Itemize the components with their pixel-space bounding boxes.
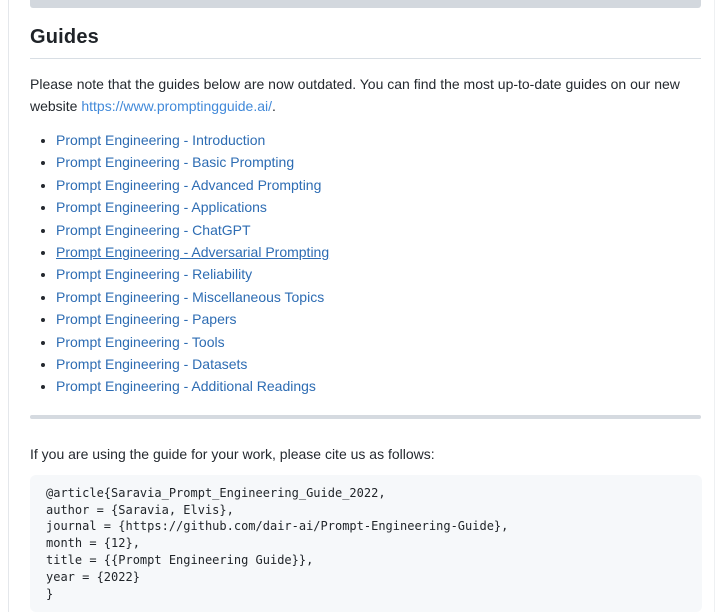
guide-link-tools[interactable]: Prompt Engineering - Tools xyxy=(56,334,225,350)
citation-instruction-text: If you are using the guide for your work… xyxy=(30,443,701,465)
guide-link-additional-readings[interactable]: Prompt Engineering - Additional Readings xyxy=(56,378,316,394)
citation-bibtex-code: @article{Saravia_Prompt_Engineering_Guid… xyxy=(46,485,686,603)
guide-link-advanced-prompting[interactable]: Prompt Engineering - Advanced Prompting xyxy=(56,177,321,193)
guide-list-item: Prompt Engineering - Datasets xyxy=(56,353,701,375)
guide-link-introduction[interactable]: Prompt Engineering - Introduction xyxy=(56,132,265,148)
guide-link-datasets[interactable]: Prompt Engineering - Datasets xyxy=(56,356,247,372)
guide-list-item: Prompt Engineering - Basic Prompting xyxy=(56,151,701,173)
section-divider xyxy=(30,415,701,419)
guide-link-papers[interactable]: Prompt Engineering - Papers xyxy=(56,311,237,327)
guides-list: Prompt Engineering - Introduction Prompt… xyxy=(30,129,701,398)
guides-section-heading: Guides xyxy=(30,25,701,59)
guide-link-reliability[interactable]: Prompt Engineering - Reliability xyxy=(56,266,252,282)
guide-list-item: Prompt Engineering - Advanced Prompting xyxy=(56,174,701,196)
guide-link-miscellaneous-topics[interactable]: Prompt Engineering - Miscellaneous Topic… xyxy=(56,289,324,305)
readme-container: Guides Please note that the guides below… xyxy=(8,0,715,612)
guide-link-adversarial-prompting[interactable]: Prompt Engineering - Adversarial Prompti… xyxy=(56,244,329,260)
guide-list-item: Prompt Engineering - Additional Readings xyxy=(56,375,701,397)
guide-link-applications[interactable]: Prompt Engineering - Applications xyxy=(56,199,267,215)
intro-suffix: . xyxy=(272,98,276,114)
guide-link-chatgpt[interactable]: Prompt Engineering - ChatGPT xyxy=(56,222,251,238)
promptingguide-url-link[interactable]: https://www.promptingguide.ai/ xyxy=(81,98,272,114)
guide-link-basic-prompting[interactable]: Prompt Engineering - Basic Prompting xyxy=(56,154,294,170)
citation-code-block: @article{Saravia_Prompt_Engineering_Guid… xyxy=(30,475,702,612)
guide-list-item: Prompt Engineering - Miscellaneous Topic… xyxy=(56,286,701,308)
cropped-element-above xyxy=(30,0,701,8)
guide-list-item: Prompt Engineering - Applications xyxy=(56,196,701,218)
guide-list-item: Prompt Engineering - Adversarial Prompti… xyxy=(56,241,701,263)
intro-paragraph: Please note that the guides below are no… xyxy=(30,73,702,117)
guide-list-item: Prompt Engineering - Introduction xyxy=(56,129,701,151)
guide-list-item: Prompt Engineering - ChatGPT xyxy=(56,219,701,241)
guide-list-item: Prompt Engineering - Tools xyxy=(56,331,701,353)
guide-list-item: Prompt Engineering - Reliability xyxy=(56,263,701,285)
guide-list-item: Prompt Engineering - Papers xyxy=(56,308,701,330)
